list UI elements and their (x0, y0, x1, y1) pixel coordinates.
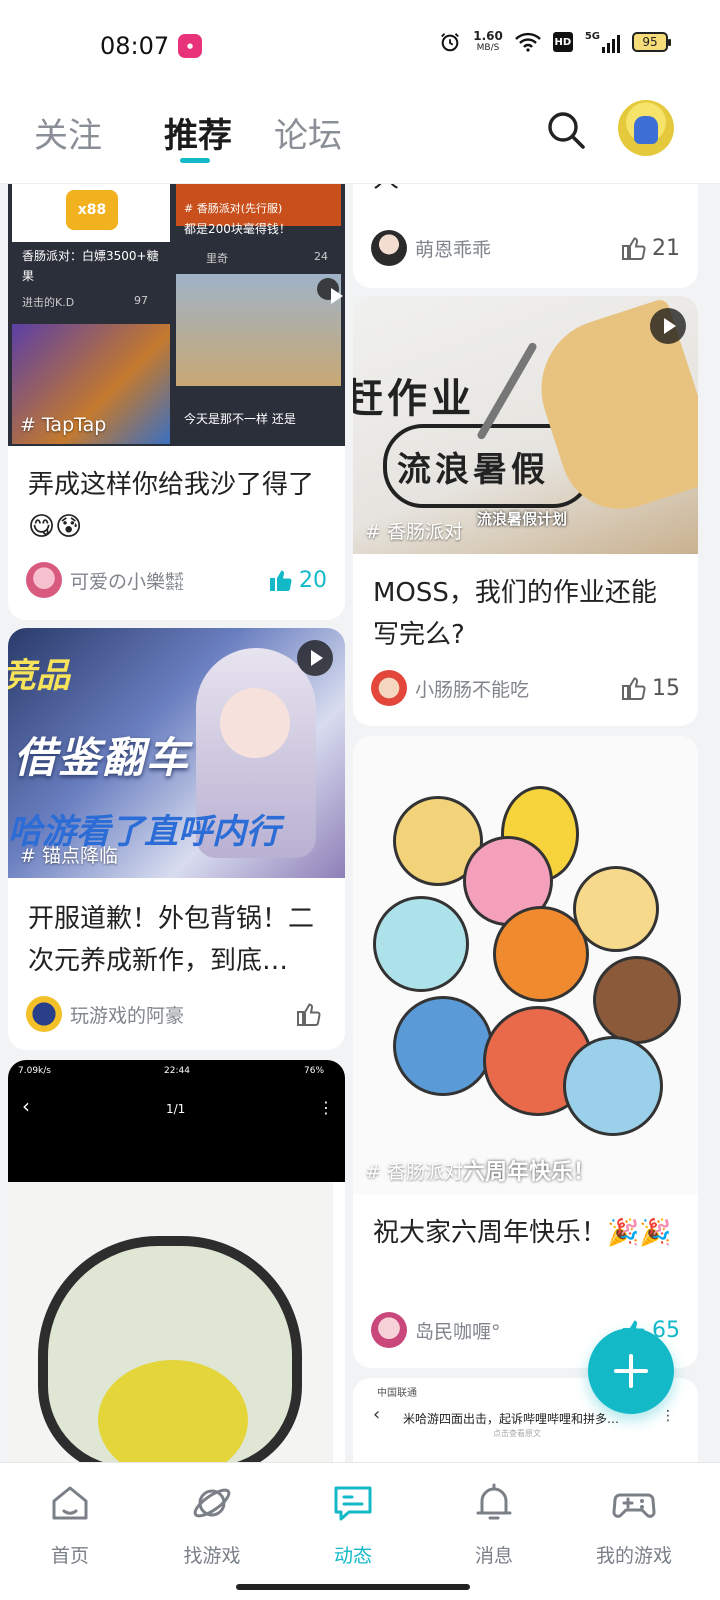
post-card[interactable]: 7.09k/s 22:44 76% ‹ 1/1 ⋮ (8, 1060, 345, 1462)
author-name[interactable]: 岛民咖喱° (415, 1317, 620, 1344)
post-thumbnail: x88 香肠派对：白嫖3500+糖果 进击的K.D 97 # 香肠派对(先行服)… (8, 184, 345, 446)
post-title: 祝大家六周年快乐！🎉🎉 (373, 1218, 672, 1248)
post-card[interactable]: 六周年快乐！ # 香肠派对 祝大家六周年快乐！🎉🎉 岛民咖喱° 65 (353, 736, 698, 1368)
status-bar: 08:07 ● 1.60 MB/S HD 5G 95 (0, 0, 720, 92)
post-thumbnail: 7.09k/s 22:44 76% ‹ 1/1 ⋮ (8, 1060, 345, 1462)
nav-messages[interactable]: 消息 (434, 1481, 554, 1568)
create-post-button[interactable] (588, 1328, 674, 1414)
app-notification-icon: ● (178, 34, 202, 58)
post-thumbnail: 赶作业 流浪暑假 流浪暑假计划 # 香肠派对 (353, 296, 698, 554)
author-avatar[interactable] (371, 1312, 407, 1348)
hd-icon: HD (552, 32, 573, 52)
active-tab-indicator (180, 158, 210, 163)
nav-home[interactable]: 首页 (10, 1481, 130, 1568)
post-tag[interactable]: # 香肠派对 (365, 517, 463, 544)
post-author-row: 可爱の小樂㍿ 20 (26, 560, 327, 600)
bell-icon (476, 1483, 512, 1520)
search-icon[interactable] (544, 108, 588, 152)
tab-follow[interactable]: 关注 (34, 108, 102, 157)
like-icon[interactable] (620, 675, 646, 701)
post-title: MOSS，我们的作业还能写完么? (373, 578, 657, 650)
nav-feed[interactable]: 动态 (293, 1481, 413, 1568)
nav-find-game[interactable]: 找游戏 (152, 1481, 272, 1568)
post-thumbnail: 竞品 借鉴翻车 哈游看了直呼内行 # 锚点降临 (8, 628, 345, 878)
home-icon (52, 1486, 88, 1520)
gamepad-icon (612, 1493, 656, 1518)
author-name[interactable]: 可爱の小樂㍿ (70, 567, 267, 594)
more-icon: ⋮ (661, 1408, 675, 1424)
top-nav: 关注 推荐 论坛 (0, 92, 720, 184)
post-author-row: 小肠肠不能吃 15 (371, 668, 680, 708)
tab-forum[interactable]: 论坛 (274, 108, 342, 157)
author-name[interactable]: 萌恩乖乖 (415, 235, 620, 262)
like-icon[interactable] (620, 235, 646, 261)
planet-icon (193, 1488, 231, 1518)
status-icons: 1.60 MB/S HD 5G 95 (439, 29, 671, 54)
like-icon[interactable] (267, 567, 293, 593)
nav-label: 首页 (50, 1545, 89, 1567)
post-title: 弄成这样你给我沙了得了😋😰 (28, 470, 315, 542)
author-avatar[interactable] (371, 230, 407, 266)
like-count: 20 (299, 567, 327, 593)
back-icon: ‹ (22, 1094, 30, 1118)
nav-label: 动态 (333, 1545, 372, 1567)
author-name[interactable]: 小肠肠不能吃 (415, 675, 620, 702)
nav-label: 找游戏 (183, 1545, 241, 1567)
play-icon (317, 278, 343, 304)
author-avatar[interactable] (26, 996, 62, 1032)
post-title: 人 (373, 184, 680, 200)
chat-icon (334, 1486, 372, 1521)
user-avatar[interactable] (618, 100, 674, 156)
like-icon[interactable] (295, 1001, 321, 1027)
post-card[interactable]: x88 香肠派对：白嫖3500+糖果 进击的K.D 97 # 香肠派对(先行服)… (8, 184, 345, 620)
play-icon (297, 640, 333, 676)
signal-icon: 5G (585, 31, 620, 53)
alarm-icon (441, 33, 460, 52)
status-time: 08:07 (100, 32, 170, 60)
back-icon: ‹ (373, 1404, 381, 1425)
author-avatar[interactable] (371, 670, 407, 706)
wifi-icon (514, 32, 541, 52)
play-icon (650, 308, 686, 344)
feed: x88 香肠派对：白嫖3500+糖果 进击的K.D 97 # 香肠派对(先行服)… (0, 184, 720, 1462)
nav-label: 我的游戏 (595, 1545, 672, 1567)
post-thumbnail: 六周年快乐！ # 香肠派对 (353, 736, 698, 1194)
post-author-row: 萌恩乖乖 21 (371, 228, 680, 268)
author-avatar[interactable] (26, 562, 62, 598)
nav-my-games[interactable]: 我的游戏 (574, 1481, 694, 1568)
post-author-row: 玩游戏的阿豪 (26, 994, 327, 1034)
more-icon: ⋮ (318, 1098, 334, 1117)
nav-label: 消息 (474, 1545, 513, 1567)
post-card[interactable]: 人 萌恩乖乖 21 (353, 184, 698, 288)
net-speed: 1.60 MB/S (473, 29, 503, 53)
home-indicator (236, 1584, 470, 1590)
battery-icon: 95 (632, 32, 671, 52)
post-tag[interactable]: # 锚点降临 (20, 841, 118, 868)
bottom-nav: 首页 找游戏 动态 消息 我的游戏 (0, 1462, 720, 1600)
author-name[interactable]: 玩游戏的阿豪 (70, 1001, 295, 1028)
like-count: 15 (652, 675, 680, 701)
post-tag[interactable]: # TapTap (20, 414, 106, 436)
like-count: 21 (652, 235, 680, 261)
tab-recommend[interactable]: 推荐 (164, 108, 232, 157)
post-tag[interactable]: # 香肠派对 (365, 1157, 463, 1184)
post-title: 开服道歉！外包背锅！二次元养成新作，到底… (28, 904, 315, 976)
post-card[interactable]: 竞品 借鉴翻车 哈游看了直呼内行 # 锚点降临 开服道歉！外包背锅！二次元养成新… (8, 628, 345, 1050)
post-card[interactable]: 赶作业 流浪暑假 流浪暑假计划 # 香肠派对 MOSS，我们的作业还能写完么? … (353, 296, 698, 726)
